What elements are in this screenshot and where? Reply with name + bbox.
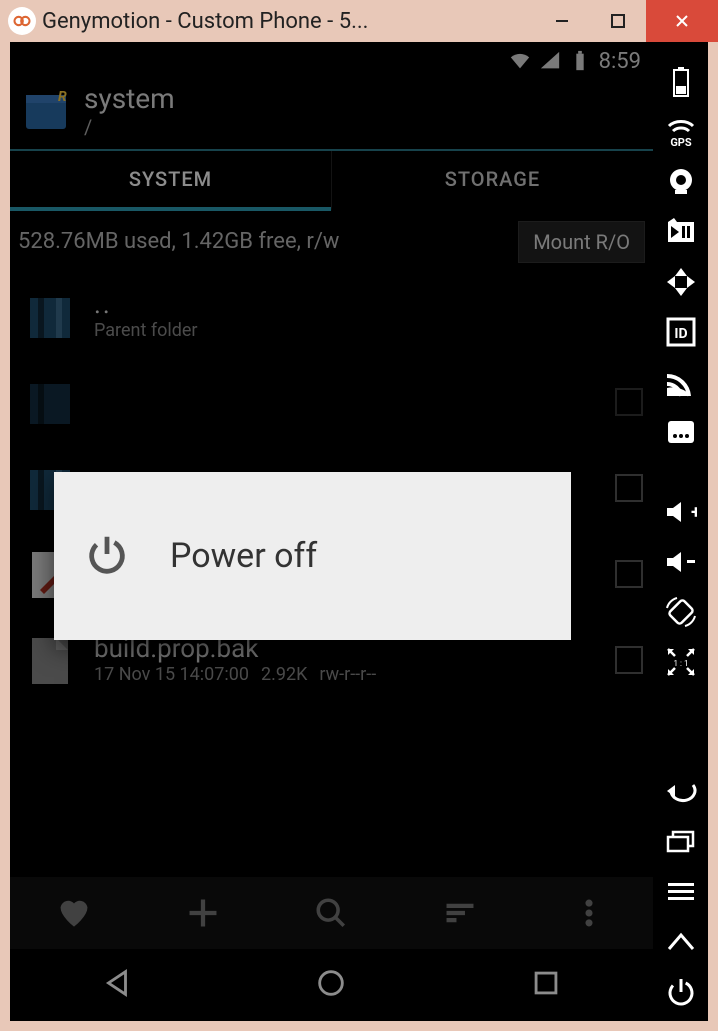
current-path: /: [84, 115, 175, 139]
nav-home-button[interactable]: [314, 966, 348, 1004]
file-date: 17 Nov 15 14:07:00: [94, 664, 249, 685]
add-button[interactable]: [139, 877, 268, 949]
storage-stats: 528.76MB used, 1.42GB free, r/w: [18, 229, 506, 254]
gps-widget-icon[interactable]: GPS: [661, 112, 701, 152]
android-menu-button[interactable]: [661, 871, 701, 911]
file-name: ..: [94, 290, 643, 320]
power-icon: [84, 531, 130, 581]
phone-widget-icon[interactable]: [661, 412, 701, 452]
svg-text:1 : 1: 1 : 1: [673, 659, 688, 668]
volume-down-button[interactable]: [661, 542, 701, 582]
power-button[interactable]: [661, 971, 701, 1011]
file-checkbox[interactable]: [615, 646, 643, 674]
file-perms: rw-r--r--: [319, 664, 376, 685]
capture-widget-icon[interactable]: [661, 212, 701, 252]
nav-recent-button[interactable]: [529, 966, 563, 1004]
window-minimize-button[interactable]: [534, 0, 590, 42]
window-maximize-button[interactable]: [590, 0, 646, 42]
android-recent-button[interactable]: [661, 821, 701, 861]
svg-text:+: +: [691, 502, 697, 523]
camera-widget-icon[interactable]: [661, 162, 701, 202]
list-item[interactable]: .. Parent folder: [10, 273, 653, 359]
battery-widget-icon[interactable]: [661, 62, 701, 102]
android-status-bar: 8:59: [10, 42, 653, 80]
power-off-dialog[interactable]: Power off: [54, 472, 571, 640]
window-titlebar: Genymotion - Custom Phone - 5...: [0, 0, 718, 42]
rotate-button[interactable]: [661, 592, 701, 632]
favorites-button[interactable]: [10, 877, 139, 949]
android-home-button[interactable]: [661, 921, 701, 961]
root-explorer-app-icon: R: [20, 85, 72, 137]
android-navigation-bar: [10, 949, 653, 1021]
overflow-menu-button[interactable]: [524, 877, 653, 949]
volume-up-button[interactable]: +: [661, 492, 701, 532]
file-checkbox[interactable]: [615, 474, 643, 502]
pixel-perfect-button[interactable]: 1 : 1: [661, 642, 701, 682]
folder-icon: [20, 284, 80, 348]
list-item[interactable]: [10, 359, 653, 445]
search-button[interactable]: [267, 877, 396, 949]
svg-text:GPS: GPS: [670, 136, 692, 148]
nav-back-button[interactable]: [100, 966, 134, 1004]
genymotion-logo-icon: [8, 7, 36, 35]
file-checkbox[interactable]: [615, 560, 643, 588]
file-sub: Parent folder: [94, 320, 198, 341]
file-checkbox[interactable]: [615, 388, 643, 416]
mount-readonly-button[interactable]: Mount R/O: [518, 221, 645, 263]
battery-icon: [569, 50, 591, 72]
file-size: 2.92K: [261, 664, 307, 685]
tab-storage[interactable]: STORAGE: [331, 151, 653, 211]
remote-control-icon[interactable]: [661, 262, 701, 302]
folder-icon: [20, 370, 80, 434]
window-title: Genymotion - Custom Phone - 5...: [42, 9, 534, 34]
svg-text:R: R: [58, 89, 67, 105]
svg-text:ID: ID: [674, 326, 687, 342]
tab-system[interactable]: SYSTEM: [10, 151, 331, 211]
genymotion-sidebar: GPS ID + 1 : 1: [653, 42, 708, 1021]
identifier-widget-icon[interactable]: ID: [661, 312, 701, 352]
app-header: R system /: [10, 80, 653, 149]
window-close-button[interactable]: [646, 0, 718, 42]
wifi-icon: [509, 50, 531, 72]
sort-button[interactable]: [396, 877, 525, 949]
cell-signal-icon: [539, 50, 561, 72]
status-time: 8:59: [599, 49, 641, 74]
page-title: system: [84, 84, 175, 115]
bottom-toolbar: [10, 877, 653, 949]
network-widget-icon[interactable]: [661, 362, 701, 402]
tab-bar: SYSTEM STORAGE: [10, 151, 653, 211]
power-off-label: Power off: [170, 536, 317, 576]
android-back-button[interactable]: [661, 771, 701, 811]
